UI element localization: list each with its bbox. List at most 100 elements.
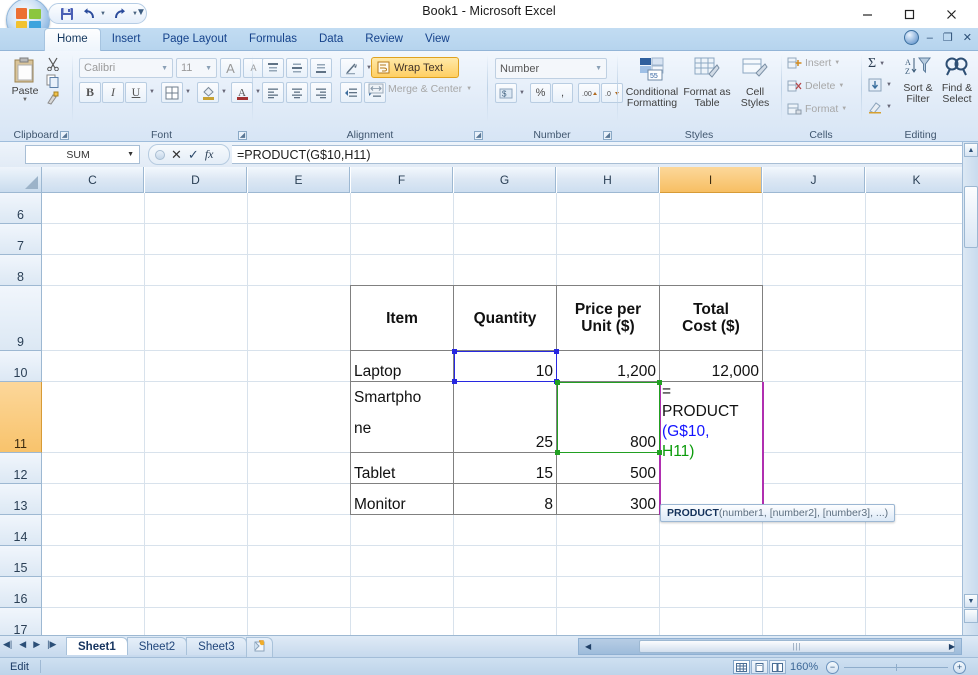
row-header-8[interactable]: 8 <box>0 255 42 286</box>
alignment-dialog-launcher[interactable]: ◢ <box>474 131 483 140</box>
bold-button[interactable]: B <box>79 82 101 103</box>
sheet-tab-sheet2[interactable]: Sheet2 <box>126 637 188 655</box>
clear-button[interactable]: ▼ <box>868 100 892 114</box>
cell-G13[interactable]: 8 <box>454 484 557 515</box>
cell-I10[interactable]: 12,000 <box>660 351 763 382</box>
help-icon[interactable] <box>903 30 919 45</box>
scroll-up-button[interactable]: ▲ <box>964 143 978 157</box>
cancel-icon[interactable]: ✕ <box>171 148 182 161</box>
column-header-K[interactable]: K <box>866 167 968 193</box>
format-as-table-button[interactable]: Format as Table <box>681 56 733 109</box>
last-sheet-icon[interactable]: |▶ <box>47 639 56 650</box>
formula-input[interactable]: =PRODUCT(G$10,H11) <box>232 145 964 164</box>
fill-color-button[interactable] <box>197 82 219 103</box>
cell-G9[interactable]: Quantity <box>454 285 557 351</box>
middle-align-button[interactable] <box>286 58 308 78</box>
row-header-7[interactable]: 7 <box>0 224 42 255</box>
row-header-17[interactable]: 17 <box>0 608 42 635</box>
redo-icon[interactable] <box>113 6 128 21</box>
insert-cells-button[interactable]: Insert ▼ <box>787 56 840 70</box>
cell-G11[interactable]: 25 <box>454 382 557 453</box>
maximize-button[interactable] <box>888 0 930 28</box>
delete-dropdown-icon[interactable]: ▼ <box>838 83 844 89</box>
row-header-10[interactable]: 10 <box>0 351 42 382</box>
first-sheet-icon[interactable]: ◀| <box>3 639 12 650</box>
tab-view[interactable]: View <box>414 29 461 51</box>
align-center-button[interactable] <box>286 82 308 103</box>
row-header-6[interactable]: 6 <box>0 193 42 224</box>
page-break-preview-button[interactable] <box>769 660 786 674</box>
cell-H10[interactable]: 1,200 <box>557 351 660 382</box>
merge-center-dropdown-icon[interactable]: ▼ <box>466 86 472 92</box>
clear-dropdown-icon[interactable]: ▼ <box>886 104 892 110</box>
cell-H11[interactable]: 800 <box>557 382 660 453</box>
number-format-combobox[interactable]: Number ▼ <box>495 58 607 79</box>
expand-formula-bar-icon[interactable] <box>155 149 165 160</box>
next-sheet-icon[interactable]: ▶ <box>33 639 40 650</box>
cell-styles-button[interactable]: Cell Styles <box>733 56 777 109</box>
ribbon-close-button[interactable]: ✕ <box>961 31 974 44</box>
row-header-14[interactable]: 14 <box>0 515 42 546</box>
column-header-F[interactable]: F <box>351 167 453 193</box>
sheet-tab-sheet1[interactable]: Sheet1 <box>66 637 128 655</box>
customize-qat-icon[interactable]: ▼ <box>136 7 146 18</box>
cell-H9[interactable]: Price per Unit ($) <box>557 285 660 351</box>
editing-cell-I11[interactable]: = PRODUCT (G$10, H11) <box>659 382 763 515</box>
row-header-11[interactable]: 11 <box>0 382 42 453</box>
column-header-C[interactable]: C <box>42 167 144 193</box>
name-box-dropdown-icon[interactable]: ▼ <box>127 151 136 158</box>
clipboard-dialog-launcher[interactable]: ◢ <box>60 131 69 140</box>
tab-review[interactable]: Review <box>354 29 414 51</box>
italic-button[interactable]: I <box>102 82 124 103</box>
underline-dropdown-icon[interactable]: ▼ <box>149 89 155 95</box>
conditional-formatting-button[interactable]: 55 Conditional Formatting <box>623 56 681 109</box>
zoom-out-button[interactable]: − <box>826 660 839 674</box>
fill-dropdown-icon[interactable]: ▼ <box>886 82 892 88</box>
decrease-indent-button[interactable] <box>340 82 362 103</box>
column-header-E[interactable]: E <box>248 167 350 193</box>
horizontal-scroll-thumb[interactable]: ||| <box>639 640 955 653</box>
comma-style-button[interactable]: , <box>552 83 573 103</box>
vertical-scrollbar[interactable]: ▲ ▼ <box>962 142 978 635</box>
column-header-G[interactable]: G <box>454 167 556 193</box>
column-header-I[interactable]: I <box>660 167 762 193</box>
bottom-align-button[interactable] <box>310 58 332 78</box>
paste-dropdown-icon[interactable]: ▼ <box>22 97 28 103</box>
font-name-combobox[interactable]: Calibri ▼ <box>79 58 173 78</box>
hscroll-left-arrow[interactable]: ◀ <box>585 642 591 651</box>
horizontal-scrollbar[interactable]: ◀ ||| ▶ <box>578 638 962 655</box>
row-header-15[interactable]: 15 <box>0 546 42 577</box>
insert-worksheet-button[interactable] <box>245 637 273 657</box>
cell-H12[interactable]: 500 <box>557 453 660 484</box>
format-cells-button[interactable]: Format ▼ <box>787 102 847 116</box>
paste-button[interactable]: Paste ▼ <box>8 57 42 105</box>
split-box[interactable] <box>964 609 978 623</box>
close-button[interactable] <box>930 0 972 28</box>
column-header-D[interactable]: D <box>145 167 247 193</box>
minimize-button[interactable] <box>846 0 888 28</box>
orientation-button[interactable] <box>340 58 364 78</box>
cell-F12[interactable]: Tablet <box>350 453 454 484</box>
undo-icon[interactable] <box>81 6 96 21</box>
zoom-in-button[interactable]: + <box>953 660 966 674</box>
name-box[interactable]: SUM ▼ <box>25 145 140 164</box>
cell-area[interactable]: Item Quantity Price per Unit ($) Total C… <box>42 193 978 635</box>
format-dropdown-icon[interactable]: ▼ <box>841 106 847 112</box>
cell-F10[interactable]: Laptop <box>350 351 454 382</box>
zoom-track[interactable] <box>844 663 948 671</box>
sort-filter-button[interactable]: A Z Sort & Filter <box>899 56 937 105</box>
tab-data[interactable]: Data <box>308 29 354 51</box>
align-left-button[interactable] <box>262 82 284 103</box>
underline-button[interactable]: U <box>125 82 147 103</box>
borders-dropdown-icon[interactable]: ▼ <box>185 89 191 95</box>
tab-page-layout[interactable]: Page Layout <box>151 29 238 51</box>
hscroll-right-arrow[interactable]: ▶ <box>949 642 955 651</box>
column-header-H[interactable]: H <box>557 167 659 193</box>
enter-icon[interactable]: ✓ <box>188 148 199 161</box>
delete-cells-button[interactable]: Delete ▼ <box>787 79 844 93</box>
ribbon-minimize-button[interactable]: – <box>925 32 935 44</box>
grow-font-button[interactable]: A <box>220 58 241 78</box>
cell-F11[interactable]: Smartpho ne <box>350 382 454 453</box>
font-dialog-launcher[interactable]: ◢ <box>238 131 247 140</box>
tab-home[interactable]: Home <box>44 28 101 51</box>
